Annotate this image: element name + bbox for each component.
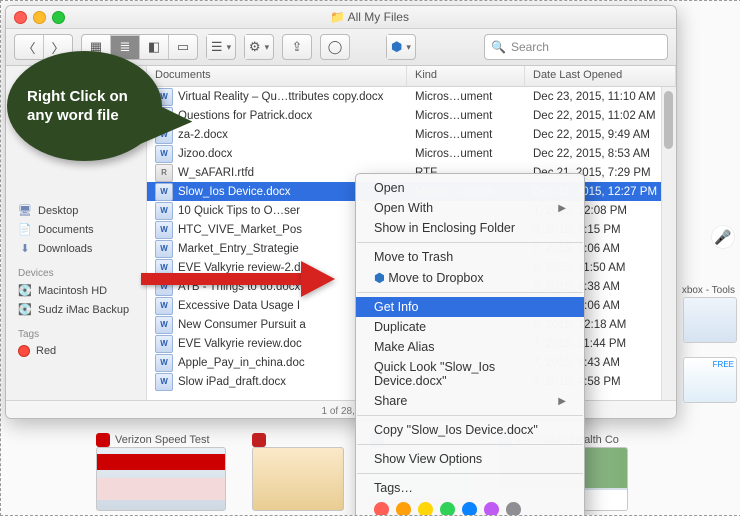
- dropbox-button[interactable]: ⬢: [387, 35, 415, 59]
- sidebar-item-backup[interactable]: 💽Sudz iMac Backup: [6, 300, 146, 319]
- menu-item[interactable]: Tags…: [356, 478, 584, 498]
- menu-item[interactable]: Copy "Slow_Ios Device.docx": [356, 420, 584, 440]
- menu-separator: [357, 292, 583, 293]
- menu-separator: [357, 444, 583, 445]
- folder-icon: 📁: [330, 10, 345, 24]
- submenu-arrow-icon: ▶: [558, 203, 566, 214]
- close-icon[interactable]: [14, 11, 27, 24]
- disk-icon: 💽: [18, 303, 32, 316]
- file-icon: [155, 297, 173, 315]
- file-icon: [155, 240, 173, 258]
- sidebar-group-devices: Devices: [6, 266, 146, 281]
- column-headers: Documents Kind Date Last Opened: [147, 66, 676, 87]
- menu-item[interactable]: Share▶: [356, 391, 584, 411]
- microphone-icon[interactable]: 🎤: [711, 225, 735, 249]
- thumbnail-xbox-tools[interactable]: [683, 297, 737, 343]
- disk-icon: 💽: [18, 284, 32, 297]
- menu-item[interactable]: Duplicate: [356, 317, 584, 337]
- tag-red-icon: [18, 345, 30, 357]
- file-icon: [155, 221, 173, 239]
- menu-separator: [357, 473, 583, 474]
- window-title: All My Files: [348, 10, 409, 24]
- menu-item[interactable]: Make Alias: [356, 337, 584, 357]
- table-row[interactable]: za-2.docxMicros…umentDec 22, 2015, 9:49 …: [147, 125, 676, 144]
- menu-item[interactable]: Show in Enclosing Folder: [356, 218, 584, 238]
- minimize-icon[interactable]: [33, 11, 46, 24]
- sidebar-item-downloads[interactable]: ⬇Downloads: [6, 239, 146, 258]
- scrollbar[interactable]: [661, 87, 676, 400]
- col-date[interactable]: Date Last Opened: [525, 66, 676, 86]
- thumbnail-label: xbox - Tools: [682, 285, 735, 296]
- thumbnail-label: Verizon Speed Test: [115, 434, 210, 446]
- scrollbar-thumb[interactable]: [664, 91, 673, 149]
- table-row[interactable]: Jizoo.docxMicros…umentDec 22, 2015, 8:53…: [147, 144, 676, 163]
- share-button[interactable]: ⇪: [282, 34, 312, 60]
- file-icon: [155, 183, 173, 201]
- sidebar-item-desktop[interactable]: 🖥Desktop: [6, 201, 146, 220]
- table-row[interactable]: Questions for Patrick.docxMicros…umentDe…: [147, 106, 676, 125]
- file-icon: [155, 316, 173, 334]
- downloads-icon: ⬇: [18, 242, 32, 255]
- callout-text: Right Click on any word file: [27, 87, 144, 126]
- menu-tag-row: [356, 498, 584, 516]
- sidebar-item-macintosh-hd[interactable]: 💽Macintosh HD: [6, 281, 146, 300]
- menu-item[interactable]: Get Info: [356, 297, 584, 317]
- table-row[interactable]: Virtual Reality – Qu…ttributes copy.docx…: [147, 87, 676, 106]
- search-icon: 🔍: [491, 40, 506, 54]
- annotation-arrow: [141, 263, 341, 293]
- col-kind[interactable]: Kind: [407, 66, 525, 86]
- file-icon: [155, 373, 173, 391]
- desktop-icon: 🖥: [18, 204, 32, 217]
- thumbnail-verizon[interactable]: Verizon Speed Test: [96, 429, 224, 511]
- action-button[interactable]: ⚙: [245, 35, 273, 59]
- zoom-icon[interactable]: [52, 11, 65, 24]
- context-menu: OpenOpen With▶Show in Enclosing Folder Mo…: [355, 173, 585, 516]
- menu-separator: [357, 415, 583, 416]
- menu-separator: [357, 242, 583, 243]
- file-icon: [155, 202, 173, 220]
- sidebar-item-tag-red[interactable]: Red: [6, 342, 146, 360]
- sidebar-item-documents[interactable]: 📄Documents: [6, 220, 146, 239]
- tags-button[interactable]: ◯: [320, 34, 350, 60]
- menu-item[interactable]: Open With▶: [356, 198, 584, 218]
- menu-item[interactable]: ⬢ Move to Dropbox: [356, 267, 584, 288]
- menu-item[interactable]: Move to Trash: [356, 247, 584, 267]
- titlebar[interactable]: 📁 All My Files: [6, 6, 676, 29]
- file-icon: [155, 354, 173, 372]
- search-input[interactable]: 🔍 Search: [484, 34, 668, 60]
- thumbnail-card[interactable]: [252, 429, 342, 511]
- thumbnail-card[interactable]: FREE: [683, 357, 737, 403]
- submenu-arrow-icon: ▶: [558, 396, 566, 407]
- sidebar-group-tags: Tags: [6, 327, 146, 342]
- documents-icon: 📄: [18, 223, 32, 236]
- search-placeholder: Search: [511, 40, 549, 54]
- annotation-callout: Right Click on any word file: [7, 51, 212, 176]
- file-icon: [155, 335, 173, 353]
- dropbox-icon: ⬢: [374, 271, 385, 285]
- menu-item[interactable]: Show View Options: [356, 449, 584, 469]
- menu-item[interactable]: Quick Look "Slow_Ios Device.docx": [356, 357, 584, 391]
- menu-item[interactable]: Open: [356, 178, 584, 198]
